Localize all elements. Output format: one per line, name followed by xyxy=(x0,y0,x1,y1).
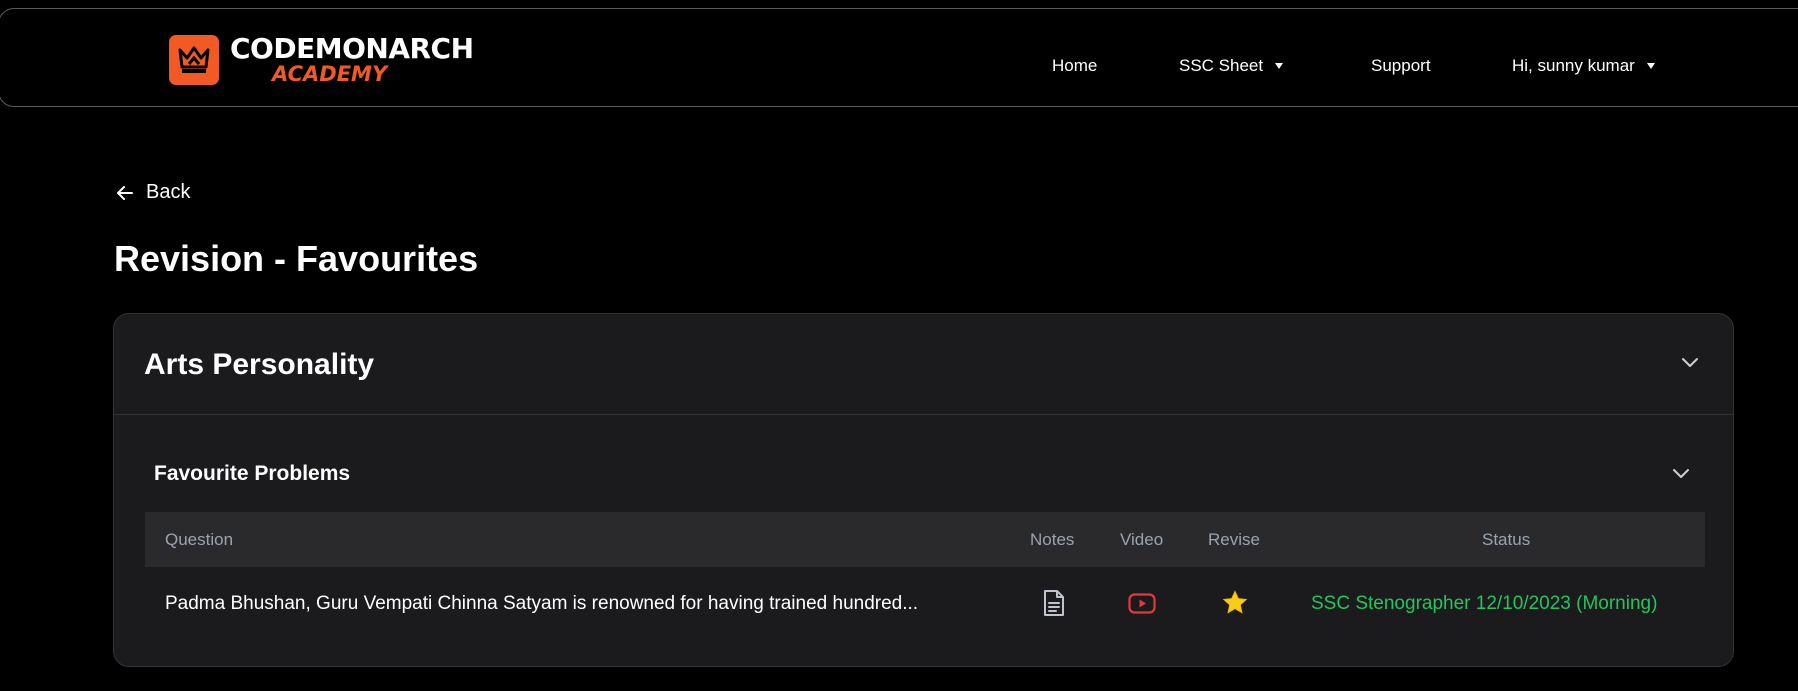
back-label: Back xyxy=(146,181,191,203)
nav-support[interactable]: Support xyxy=(1371,56,1431,76)
chevron-down-icon[interactable] xyxy=(1671,467,1691,481)
column-header-revise: Revise xyxy=(1208,530,1260,549)
column-header-notes: Notes xyxy=(1030,530,1075,549)
column-header-question: Question xyxy=(165,530,234,549)
nav-home-label: Home xyxy=(1052,56,1098,75)
youtube-icon[interactable] xyxy=(1128,593,1156,614)
chevron-down-icon[interactable] xyxy=(1680,356,1700,370)
document-icon[interactable] xyxy=(1042,589,1066,617)
crown-logo-icon xyxy=(169,35,219,85)
status-text: SSC Stenographer 12/10/2023 (Morning) xyxy=(1311,593,1658,614)
nav-home[interactable]: Home xyxy=(1052,56,1097,76)
brand-logo[interactable]: CODEMONARCH ACADEMY xyxy=(169,35,474,85)
arrow-left-icon xyxy=(117,185,133,200)
caret-down-icon xyxy=(1275,63,1284,69)
column-header-video: Video xyxy=(1120,530,1164,549)
topic-title: Arts Personality xyxy=(144,348,375,381)
logo-title: CODEMONARCH xyxy=(230,32,474,65)
subsection-title: Favourite Problems xyxy=(154,462,351,485)
topic-card-header[interactable]: Arts Personality xyxy=(114,314,1733,415)
page-title: Revision - Favourites xyxy=(114,238,479,279)
top-navbar: CODEMONARCH ACADEMY Home SSC Sheet Suppo… xyxy=(0,8,1798,107)
nav-ssc-sheet-label: SSC Sheet xyxy=(1179,56,1264,75)
star-icon[interactable] xyxy=(1222,590,1248,615)
question-link[interactable]: Padma Bhushan, Guru Vempati Chinna Satya… xyxy=(165,593,918,615)
logo-subtitle: ACADEMY xyxy=(272,62,388,86)
column-header-status: Status xyxy=(1482,530,1531,549)
topic-card: Arts Personality Favourite Problems Ques… xyxy=(113,313,1734,667)
nav-support-label: Support xyxy=(1371,56,1431,75)
back-button[interactable]: Back xyxy=(114,181,190,204)
user-menu-dropdown[interactable]: Hi, sunny kumar xyxy=(1512,56,1655,76)
table-header: Question Notes Video Revise Status xyxy=(145,512,1705,567)
user-menu-label: Hi, sunny kumar xyxy=(1512,56,1635,75)
caret-down-icon xyxy=(1646,63,1655,69)
nav-ssc-sheet-dropdown[interactable]: SSC Sheet xyxy=(1179,56,1284,76)
